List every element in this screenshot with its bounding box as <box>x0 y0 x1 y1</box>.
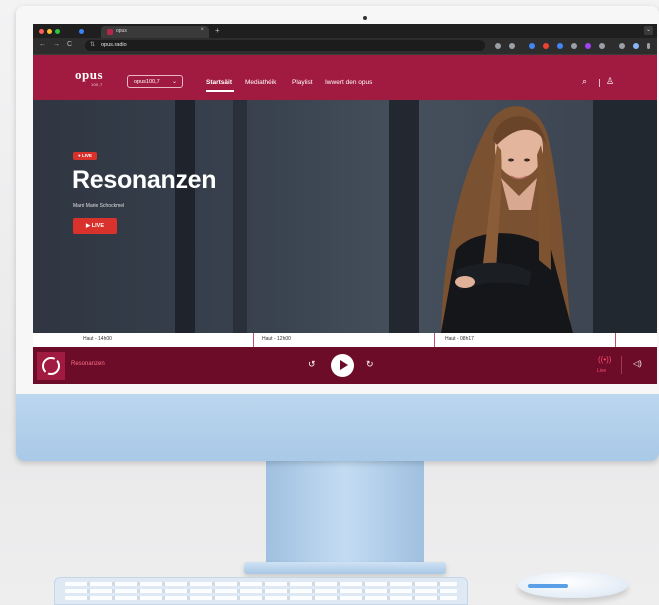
maximize-window-button[interactable] <box>55 29 60 34</box>
nav-playlist[interactable]: Playlist <box>292 79 313 86</box>
reload-button[interactable]: C <box>67 41 72 48</box>
show-host: Marri Marie Schockmel <box>73 203 125 209</box>
browser-toolbar: ← → C ⇅ opus.radio <box>33 38 657 55</box>
forward-button[interactable]: → <box>53 41 60 48</box>
chevron-down-icon: ⌄ <box>171 79 177 85</box>
rewind-icon[interactable]: ↺ <box>308 359 316 370</box>
site-info-icon[interactable]: ⇅ <box>90 41 95 48</box>
nav-mediatheik[interactable]: Mediathéik <box>245 79 276 86</box>
schedule-item[interactable]: Haut - 14h00 <box>33 333 254 347</box>
desk-scene: opus × + ⌄ ← → C ⇅ opus.radio opus 100,7… <box>0 0 659 605</box>
extension-icon[interactable] <box>571 43 577 49</box>
keyboard <box>54 577 468 605</box>
new-tab-button[interactable]: + <box>215 26 220 35</box>
favicon-icon <box>107 29 113 35</box>
background-panel <box>175 100 195 333</box>
address-bar[interactable]: ⇅ opus.radio <box>85 40 485 51</box>
extension-icon[interactable] <box>557 43 563 49</box>
back-button[interactable]: ← <box>39 41 46 48</box>
extensions-puzzle-icon[interactable] <box>599 43 605 49</box>
schedule-item[interactable]: Haut - 08h17 <box>435 333 616 347</box>
active-nav-indicator <box>206 90 234 92</box>
minimize-window-button[interactable] <box>47 29 52 34</box>
header-divider <box>599 79 600 87</box>
browser-tab-bar: opus × + ⌄ <box>33 24 657 38</box>
forward-icon[interactable]: ↻ <box>366 359 374 370</box>
side-panel-icon[interactable] <box>619 43 625 49</box>
player-divider <box>621 356 622 374</box>
tab-title: opus <box>116 28 127 34</box>
more-menu-icon[interactable] <box>647 43 650 49</box>
hero-banner: ● LIVE Resonanzen Marri Marie Schockmel … <box>33 100 657 333</box>
schedule-item-label: Haut - 14h00 <box>83 336 112 342</box>
monitor-stand-base <box>244 562 446 574</box>
player-live-label[interactable]: Live <box>597 368 606 374</box>
search-icon[interactable]: ⌕ <box>582 76 587 87</box>
user-icon[interactable]: ♙ <box>606 76 614 87</box>
monitor-stand <box>266 461 424 565</box>
tab-search-button[interactable]: ⌄ <box>644 26 653 35</box>
mouse <box>518 572 628 598</box>
close-window-button[interactable] <box>39 29 44 34</box>
screen: opus × + ⌄ ← → C ⇅ opus.radio opus 100,7… <box>33 24 657 384</box>
schedule-strip: Haut - 14h00 Haut - 12h00 Haut - 08h17 <box>33 333 657 347</box>
bookmark-star-icon[interactable] <box>509 43 515 49</box>
nav-iwwert-den-opus[interactable]: Iwwert den opus <box>325 79 372 86</box>
monitor-chin <box>16 394 659 461</box>
schedule-item-label: Haut - 12h00 <box>262 336 291 342</box>
extension-icon[interactable] <box>543 43 549 49</box>
audio-player-bar: Resonanzen ↺ ↻ ((•)) Live ◁) <box>33 347 657 384</box>
listen-live-button[interactable]: ▶ LIVE <box>73 218 117 234</box>
live-broadcast-icon[interactable]: ((•)) <box>598 355 611 364</box>
background-panel <box>233 100 247 333</box>
monitor: opus × + ⌄ ← → C ⇅ opus.radio opus 100,7… <box>16 6 659 461</box>
url-text: opus.radio <box>101 42 127 48</box>
extension-icon[interactable] <box>529 43 535 49</box>
browser-tab[interactable]: opus × <box>101 26 209 38</box>
volume-icon[interactable]: ◁) <box>633 359 642 368</box>
nav-startsait[interactable]: Startsäit <box>206 79 232 86</box>
station-select-value: opus100,7 <box>134 79 160 85</box>
background-panel <box>593 100 657 333</box>
logo-frequency: 100,7 <box>91 82 103 87</box>
play-button[interactable] <box>331 354 354 377</box>
station-select[interactable]: opus100,7 ⌄ <box>127 75 183 88</box>
live-badge: ● LIVE <box>73 152 97 160</box>
show-title: Resonanzen <box>72 166 217 194</box>
profile-icon[interactable] <box>79 29 84 34</box>
close-tab-icon[interactable]: × <box>200 27 204 33</box>
camera <box>363 16 367 20</box>
player-artwork <box>37 352 65 380</box>
host-photo <box>441 106 573 333</box>
play-icon <box>340 360 348 370</box>
extension-icon[interactable] <box>585 43 591 49</box>
schedule-item-label: Haut - 08h17 <box>445 336 474 342</box>
avatar[interactable] <box>633 43 639 49</box>
schedule-item[interactable]: Haut - 12h00 <box>254 333 435 347</box>
translate-icon[interactable] <box>495 43 501 49</box>
site-header: opus 100,7 opus100,7 ⌄ Startsäit Mediath… <box>33 55 657 100</box>
player-track-title: Resonanzen <box>71 361 105 367</box>
opus-logo[interactable]: opus <box>75 67 103 83</box>
